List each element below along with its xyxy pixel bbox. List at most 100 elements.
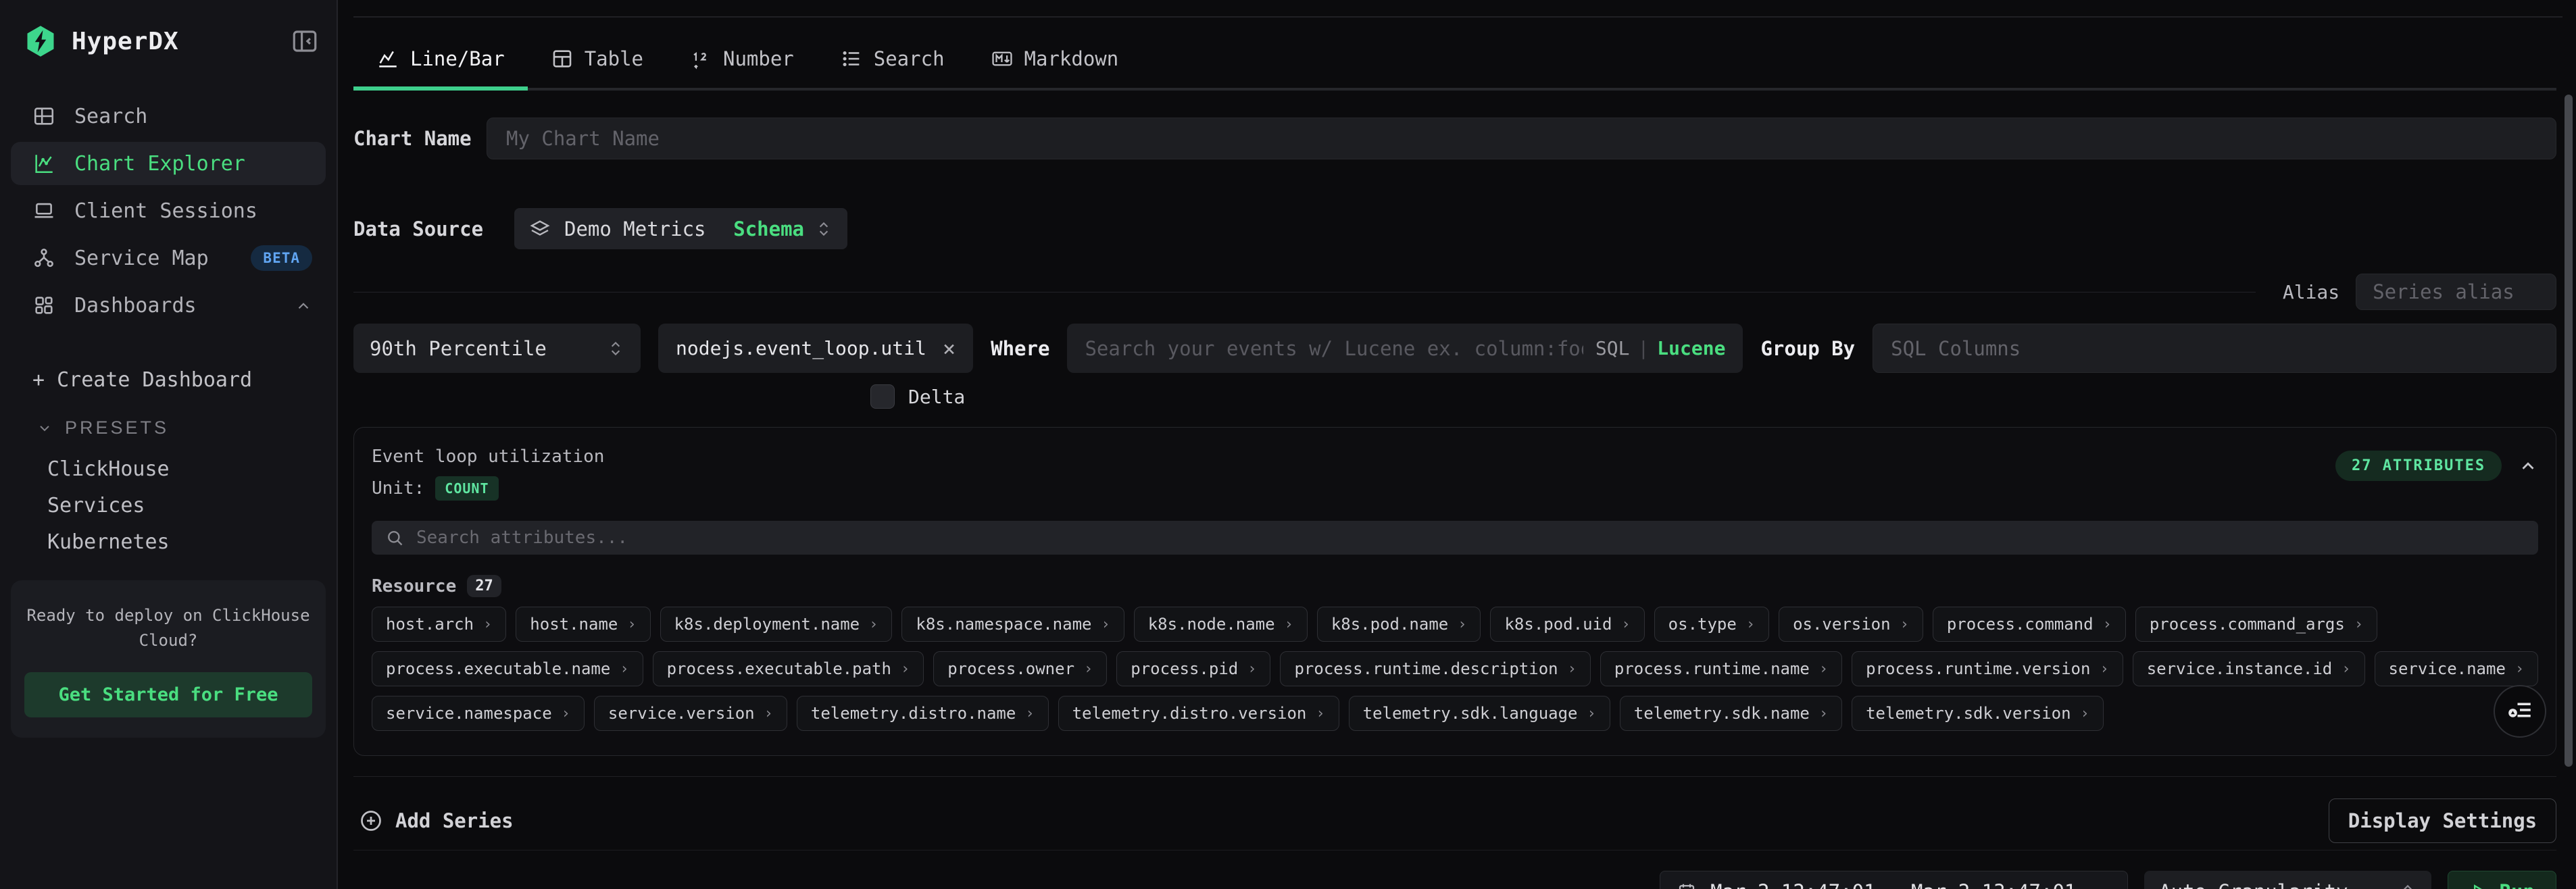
group-by-input[interactable] xyxy=(1873,324,2556,373)
chart-config-fab[interactable] xyxy=(2494,685,2546,738)
chevron-right-icon: › xyxy=(1084,661,1093,678)
preset-link[interactable]: Kubernetes xyxy=(11,524,326,560)
attributes-panel-header: Event loop utilization Unit: COUNT 27 AT… xyxy=(372,447,2538,501)
attribute-chip[interactable]: telemetry.sdk.name› xyxy=(1620,696,1842,731)
attribute-chip[interactable]: os.version› xyxy=(1779,607,1923,642)
chevron-right-icon: › xyxy=(1247,661,1256,678)
attribute-chip[interactable]: process.runtime.description› xyxy=(1280,651,1590,686)
markdown-icon xyxy=(991,47,1014,70)
attribute-chip[interactable]: os.type› xyxy=(1654,607,1769,642)
attribute-chip[interactable]: telemetry.distro.version› xyxy=(1058,696,1339,731)
table-search-icon xyxy=(32,105,55,128)
presets-toggle[interactable]: PRESETS xyxy=(11,417,326,438)
attribute-search-input[interactable] xyxy=(416,528,2525,548)
chart-type-tabs: Line/Bar Table Number Search xyxy=(353,47,2556,91)
attribute-chip[interactable]: service.instance.id› xyxy=(2133,651,2365,686)
data-source-select[interactable]: Demo Metrics Schema xyxy=(514,208,847,249)
attribute-chip[interactable]: process.executable.name› xyxy=(372,651,643,686)
attribute-chip[interactable]: process.runtime.version› xyxy=(1852,651,2123,686)
attribute-chip[interactable]: process.executable.path› xyxy=(653,651,924,686)
attribute-chip[interactable]: service.name› xyxy=(2375,651,2539,686)
unit-label: Unit: xyxy=(372,478,424,499)
sidebar-item-label: Chart Explorer xyxy=(74,152,245,176)
delta-checkbox[interactable] xyxy=(870,384,895,409)
attribute-chip[interactable]: process.runtime.name› xyxy=(1600,651,1842,686)
sidebar-item-chart-explorer[interactable]: Chart Explorer xyxy=(11,142,326,185)
attribute-chip[interactable]: process.command_args› xyxy=(2135,607,2377,642)
tab-number[interactable]: Number xyxy=(666,47,817,88)
tab-line-bar[interactable]: Line/Bar xyxy=(353,47,528,88)
table-icon xyxy=(551,47,574,70)
sidebar-item-dashboards[interactable]: Dashboards xyxy=(11,284,326,327)
select-chevrons-icon xyxy=(607,338,624,359)
main-content: Line/Bar Table Number Search xyxy=(338,0,2576,889)
line-chart-icon xyxy=(376,47,399,70)
chevron-up-icon[interactable] xyxy=(295,297,312,314)
schema-link[interactable]: Schema xyxy=(733,218,804,240)
chart-explorer-icon xyxy=(32,152,55,175)
attribute-chip[interactable]: k8s.namespace.name› xyxy=(901,607,1124,642)
attribute-chip[interactable]: k8s.node.name› xyxy=(1134,607,1308,642)
resource-label: Resource xyxy=(372,576,456,596)
attribute-chip[interactable]: host.arch› xyxy=(372,607,506,642)
granularity-select[interactable]: Auto Granularity xyxy=(2144,871,2431,889)
vertical-scrollbar[interactable] xyxy=(2565,95,2573,767)
series-divider xyxy=(353,292,2256,293)
chevron-up-icon[interactable] xyxy=(2518,456,2538,476)
attribute-chip[interactable]: telemetry.sdk.language› xyxy=(1349,696,1610,731)
sidebar-item-search[interactable]: Search xyxy=(11,95,326,138)
tab-label: Number xyxy=(723,47,794,70)
preset-link[interactable]: ClickHouse xyxy=(11,451,326,487)
attribute-chip[interactable]: k8s.pod.uid› xyxy=(1490,607,1644,642)
time-range-picker[interactable]: Mar 2 12:47:01 - Mar 2 13:47:01 xyxy=(1660,871,2128,889)
tab-markdown[interactable]: Markdown xyxy=(968,47,1142,88)
close-icon[interactable]: × xyxy=(943,338,956,359)
sidebar-item-label: Client Sessions xyxy=(74,199,257,223)
app-root: HyperDX Search Chart Explorer xyxy=(0,0,2576,889)
attribute-chip[interactable]: host.name› xyxy=(516,607,650,642)
hyperdx-logo-icon xyxy=(23,24,58,59)
add-series-button[interactable]: Add Series xyxy=(353,809,514,833)
metric-chip[interactable]: nodejs.event_loop.util × xyxy=(658,324,973,373)
run-button[interactable]: Run xyxy=(2448,871,2556,889)
get-started-button[interactable]: Get Started for Free xyxy=(24,672,312,717)
attribute-chip[interactable]: k8s.deployment.name› xyxy=(660,607,893,642)
beta-badge: BETA xyxy=(251,245,312,271)
sidebar-item-service-map[interactable]: Service Map BETA xyxy=(11,236,326,280)
chevron-right-icon: › xyxy=(764,705,773,722)
lucene-toggle[interactable]: Lucene xyxy=(1657,337,1725,359)
section-divider xyxy=(353,776,2556,777)
data-source-row: Data Source Demo Metrics Schema xyxy=(353,208,2556,249)
chevron-down-icon xyxy=(36,420,53,436)
create-dashboard-button[interactable]: + Create Dashboard xyxy=(11,366,326,393)
aggregation-select[interactable]: 90th Percentile xyxy=(353,324,641,373)
attribute-chip[interactable]: k8s.pod.name› xyxy=(1317,607,1481,642)
chart-name-input[interactable] xyxy=(487,118,2556,159)
granularity-value: Auto Granularity xyxy=(2159,880,2348,889)
sql-toggle[interactable]: SQL xyxy=(1595,337,1630,359)
attribute-chip[interactable]: service.version› xyxy=(594,696,787,731)
tab-table[interactable]: Table xyxy=(528,47,666,88)
alias-input[interactable] xyxy=(2356,274,2556,310)
chart-name-label: Chart Name xyxy=(353,127,487,150)
attribute-chip-row: process.executable.name› process.executa… xyxy=(372,651,2538,686)
chevron-right-icon: › xyxy=(1819,661,1828,678)
chevron-right-icon: › xyxy=(1316,705,1324,722)
attribute-chip[interactable]: process.owner› xyxy=(933,651,1107,686)
preset-link[interactable]: Services xyxy=(11,487,326,524)
where-search-input[interactable] xyxy=(1085,337,1583,360)
sidebar-item-label: Service Map xyxy=(74,247,209,270)
chevron-right-icon: › xyxy=(1101,616,1110,633)
sidebar-item-client-sessions[interactable]: Client Sessions xyxy=(11,189,326,232)
display-settings-button[interactable]: Display Settings xyxy=(2329,798,2556,843)
attribute-chip[interactable]: telemetry.sdk.version› xyxy=(1852,696,2104,731)
chevron-right-icon: › xyxy=(1458,616,1466,633)
tab-search[interactable]: Search xyxy=(817,47,968,88)
attribute-chip[interactable]: telemetry.distro.name› xyxy=(797,696,1049,731)
group-by-label: Group By xyxy=(1760,337,1855,360)
attribute-chip[interactable]: process.command› xyxy=(1933,607,2126,642)
presets-label: PRESETS xyxy=(65,417,169,438)
attribute-chip[interactable]: service.namespace› xyxy=(372,696,585,731)
attribute-chip[interactable]: process.pid› xyxy=(1116,651,1270,686)
sidebar-collapse-icon[interactable] xyxy=(291,27,319,55)
